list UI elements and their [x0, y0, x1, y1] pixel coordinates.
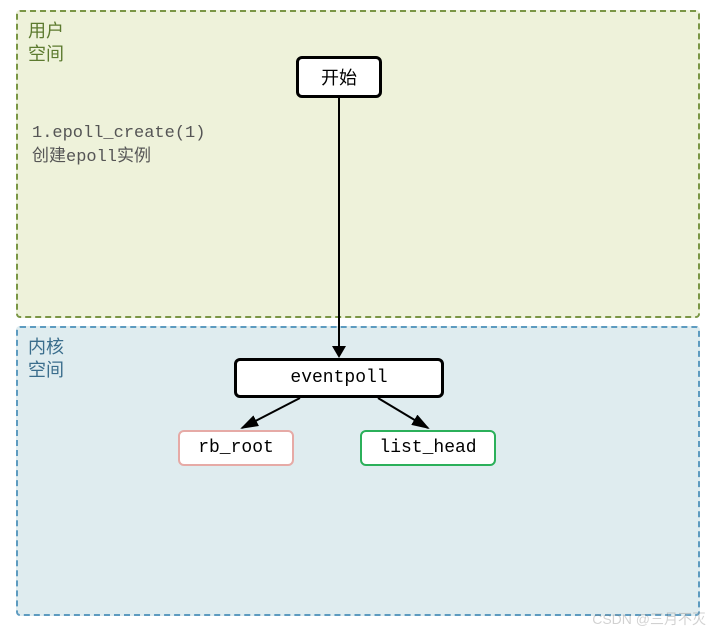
step-1-text: 1.epoll_create(1) 创建epoll实例	[32, 122, 205, 170]
list-head-label: list_head	[379, 438, 476, 458]
start-node-label: 开始	[321, 64, 357, 90]
user-space-label: 用户 空间	[28, 20, 64, 67]
eventpoll-node: eventpoll	[234, 358, 444, 398]
start-node: 开始	[296, 56, 382, 98]
rb-root-label: rb_root	[198, 438, 274, 458]
arrow-head-down-icon	[332, 346, 346, 358]
watermark-text: CSDN @三月不灭	[592, 609, 706, 629]
eventpoll-label: eventpoll	[290, 368, 387, 388]
rb-root-node: rb_root	[178, 430, 294, 466]
kernel-space-label: 内核 空间	[28, 336, 64, 383]
list-head-node: list_head	[360, 430, 496, 466]
arrow-start-to-eventpoll	[338, 98, 340, 348]
